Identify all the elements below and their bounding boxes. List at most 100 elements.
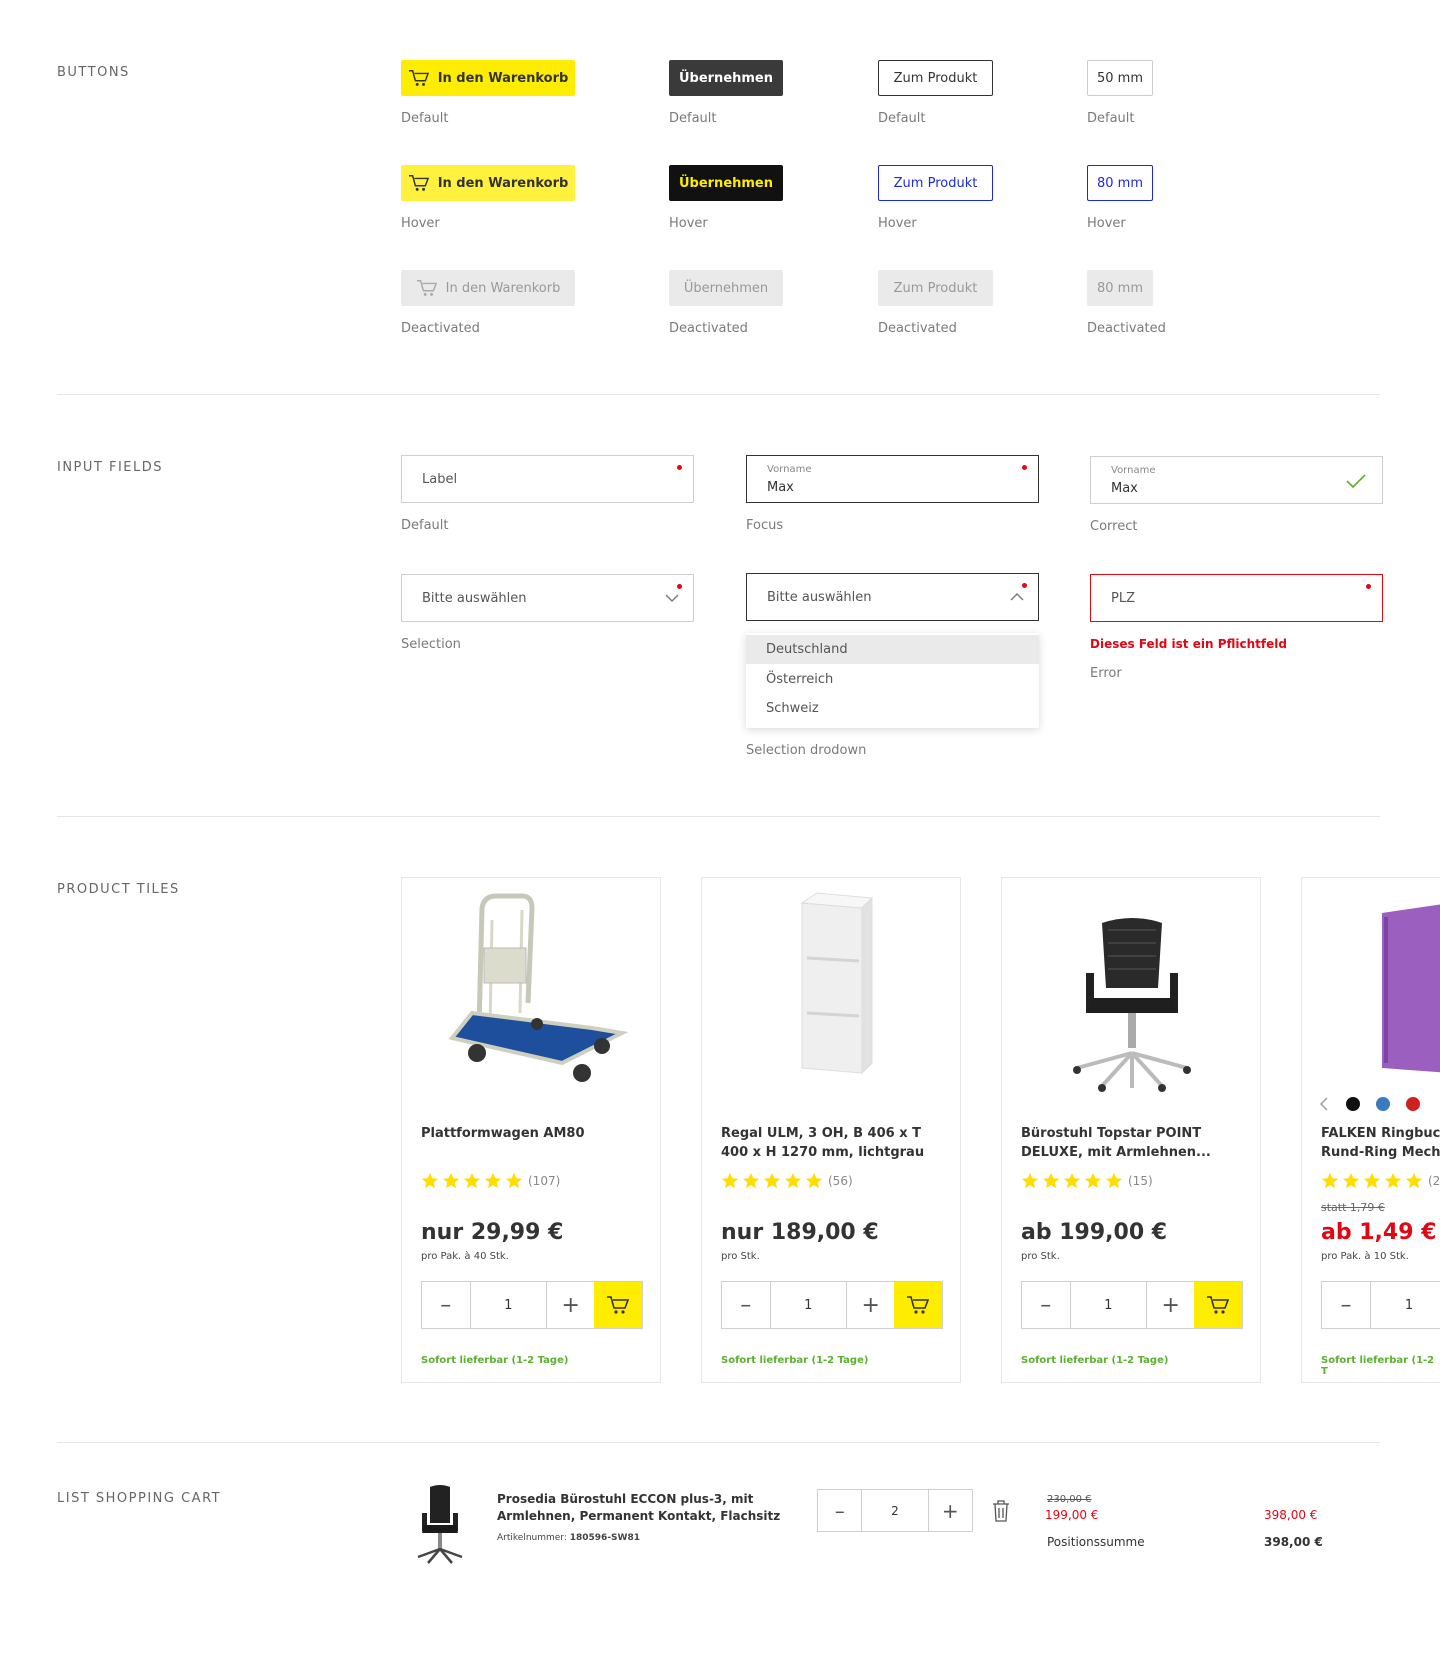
input-floating-label: Vorname <box>1111 465 1156 476</box>
quantity-stepper: – 1 + <box>1021 1281 1243 1329</box>
required-indicator <box>1366 584 1371 589</box>
decrease-button[interactable]: – <box>818 1490 861 1531</box>
product-tile[interactable]: Plattformwagen AM80 (107) nur 29,99 € pr… <box>401 877 661 1383</box>
star-icon <box>805 1172 823 1189</box>
section-divider <box>57 394 1380 395</box>
caption-correct: Correct <box>1090 519 1138 534</box>
add-to-cart-button[interactable] <box>594 1282 642 1328</box>
add-to-cart-button[interactable] <box>894 1282 942 1328</box>
cart-old-price: 230,00 € <box>1047 1494 1092 1505</box>
dropdown-option-deutschland[interactable]: Deutschland <box>746 635 1039 664</box>
star-icon <box>505 1172 523 1189</box>
product-tile[interactable]: FALKEN Ringbuch Rund-Ring Mechanik (2 st… <box>1301 877 1440 1383</box>
zum-produkt-button-deactivated[interactable]: Zum Produkt <box>878 270 993 306</box>
checkmark-icon <box>1346 474 1366 489</box>
quantity-input[interactable]: 2 <box>861 1490 929 1531</box>
cart-line-total: 398,00 € <box>1264 1508 1318 1522</box>
vorname-input-correct[interactable]: Vorname Max <box>1090 456 1383 504</box>
dropdown-option-oesterreich[interactable]: Österreich <box>746 665 1039 694</box>
product-tile[interactable]: Bürostuhl Topstar POINT DELUXE, mit Arml… <box>1001 877 1261 1383</box>
caption-default: Default <box>669 111 717 126</box>
quantity-input[interactable]: 1 <box>769 1282 847 1328</box>
select-placeholder: Bitte auswählen <box>422 591 527 606</box>
decrease-button[interactable]: – <box>722 1282 770 1328</box>
decrease-button[interactable]: – <box>422 1282 470 1328</box>
zum-produkt-button-default[interactable]: Zum Produkt <box>878 60 993 96</box>
product-price: nur 29,99 € <box>421 1220 564 1245</box>
increase-button[interactable]: + <box>1147 1282 1195 1328</box>
product-tile[interactable]: Regal ULM, 3 OH, B 406 x T 400 x H 1270 … <box>701 877 961 1383</box>
availability-status: Sofort lieferbar (1-2 Tage) <box>421 1355 569 1366</box>
add-to-cart-button-default[interactable]: In den Warenkorb <box>401 60 575 96</box>
quantity-input[interactable]: 1 <box>469 1282 547 1328</box>
uebernehmen-button-default[interactable]: Übernehmen <box>669 60 783 96</box>
input-placeholder: Label <box>422 472 458 487</box>
decrease-button[interactable]: – <box>1322 1282 1370 1328</box>
color-swatch-red[interactable] <box>1406 1097 1420 1111</box>
chevron-left-icon[interactable] <box>1318 1096 1330 1111</box>
quantity-stepper: – 1 + <box>421 1281 643 1329</box>
zum-produkt-button-hover[interactable]: Zum Produkt <box>878 165 993 201</box>
star-icon <box>1363 1172 1381 1189</box>
color-swatch-blue[interactable] <box>1376 1097 1390 1111</box>
size-button-deactivated[interactable]: 80 mm <box>1087 270 1153 306</box>
country-select[interactable]: Bitte auswählen <box>401 574 694 622</box>
quantity-stepper: – 1 + <box>1321 1281 1440 1329</box>
caption-hover: Hover <box>878 216 917 231</box>
input-value: Max <box>767 480 794 495</box>
product-price: ab 199,00 € <box>1021 1220 1168 1245</box>
shelf-image <box>800 892 874 1075</box>
product-name[interactable]: Plattformwagen AM80 <box>421 1124 643 1143</box>
input-placeholder: PLZ <box>1111 591 1135 606</box>
product-unit: pro Pak. à 10 Stk. <box>1321 1251 1409 1262</box>
increase-button[interactable]: + <box>547 1282 595 1328</box>
uebernehmen-button-hover[interactable]: Übernehmen <box>669 165 783 201</box>
quantity-input[interactable]: 1 <box>1370 1282 1440 1328</box>
country-select-open[interactable]: Bitte auswählen <box>746 573 1039 621</box>
size-button-default[interactable]: 50 mm <box>1087 60 1153 96</box>
product-name[interactable]: FALKEN Ringbuch Rund-Ring Mechanik <box>1321 1124 1440 1162</box>
review-count: (107) <box>528 1174 561 1188</box>
uebernehmen-label: Übernehmen <box>683 280 769 296</box>
add-to-cart-button-deactivated[interactable]: In den Warenkorb <box>401 270 575 306</box>
rating-stars: (15) <box>1021 1172 1153 1190</box>
star-icon <box>784 1172 802 1189</box>
cart-unit-price: 199,00 € <box>1045 1508 1099 1522</box>
article-number-label: Artikelnummer: <box>497 1533 567 1543</box>
label-input-default[interactable]: Label <box>401 455 694 503</box>
dropdown-option-schweiz[interactable]: Schweiz <box>746 694 1039 723</box>
trash-icon[interactable] <box>991 1500 1011 1522</box>
cart-icon <box>607 1296 630 1314</box>
add-to-cart-button[interactable] <box>1194 1282 1242 1328</box>
zum-produkt-label: Zum Produkt <box>893 175 978 191</box>
input-floating-label: Vorname <box>767 464 812 475</box>
star-icon <box>1063 1172 1081 1189</box>
cart-icon <box>416 280 437 296</box>
required-indicator <box>1022 465 1027 470</box>
caption-default: Default <box>401 518 449 533</box>
caption-deactivated: Deactivated <box>878 321 957 336</box>
color-swatch-black[interactable] <box>1346 1097 1360 1111</box>
article-number-value: 180596-SW81 <box>569 1533 640 1543</box>
chevron-up-icon <box>1010 593 1024 601</box>
product-name[interactable]: Bürostuhl Topstar POINT DELUXE, mit Arml… <box>1021 1124 1243 1162</box>
star-icon <box>742 1172 760 1189</box>
product-name[interactable]: Regal ULM, 3 OH, B 406 x T 400 x H 1270 … <box>721 1124 943 1162</box>
uebernehmen-button-deactivated[interactable]: Übernehmen <box>669 270 783 306</box>
caption-default: Default <box>1087 111 1135 126</box>
size-button-hover[interactable]: 80 mm <box>1087 165 1153 201</box>
vorname-input-focus[interactable]: Vorname Max <box>746 455 1039 503</box>
quantity-input[interactable]: 1 <box>1069 1282 1147 1328</box>
decrease-button[interactable]: – <box>1022 1282 1070 1328</box>
required-indicator <box>1022 583 1027 588</box>
cart-product-name-line1[interactable]: Prosedia Bürostuhl ECCON plus-3, mit <box>497 1492 753 1506</box>
input-value: Max <box>1111 481 1138 496</box>
increase-button[interactable]: + <box>929 1490 972 1531</box>
add-to-cart-button-hover[interactable]: In den Warenkorb <box>401 165 575 201</box>
increase-button[interactable]: + <box>847 1282 895 1328</box>
cart-product-name-line2[interactable]: Armlehnen, Permanent Kontakt, Flachsitz <box>497 1509 780 1523</box>
plz-input-error[interactable]: PLZ <box>1090 574 1383 622</box>
section-divider <box>57 816 1380 817</box>
caption-deactivated: Deactivated <box>669 321 748 336</box>
add-to-cart-label: In den Warenkorb <box>437 175 569 191</box>
